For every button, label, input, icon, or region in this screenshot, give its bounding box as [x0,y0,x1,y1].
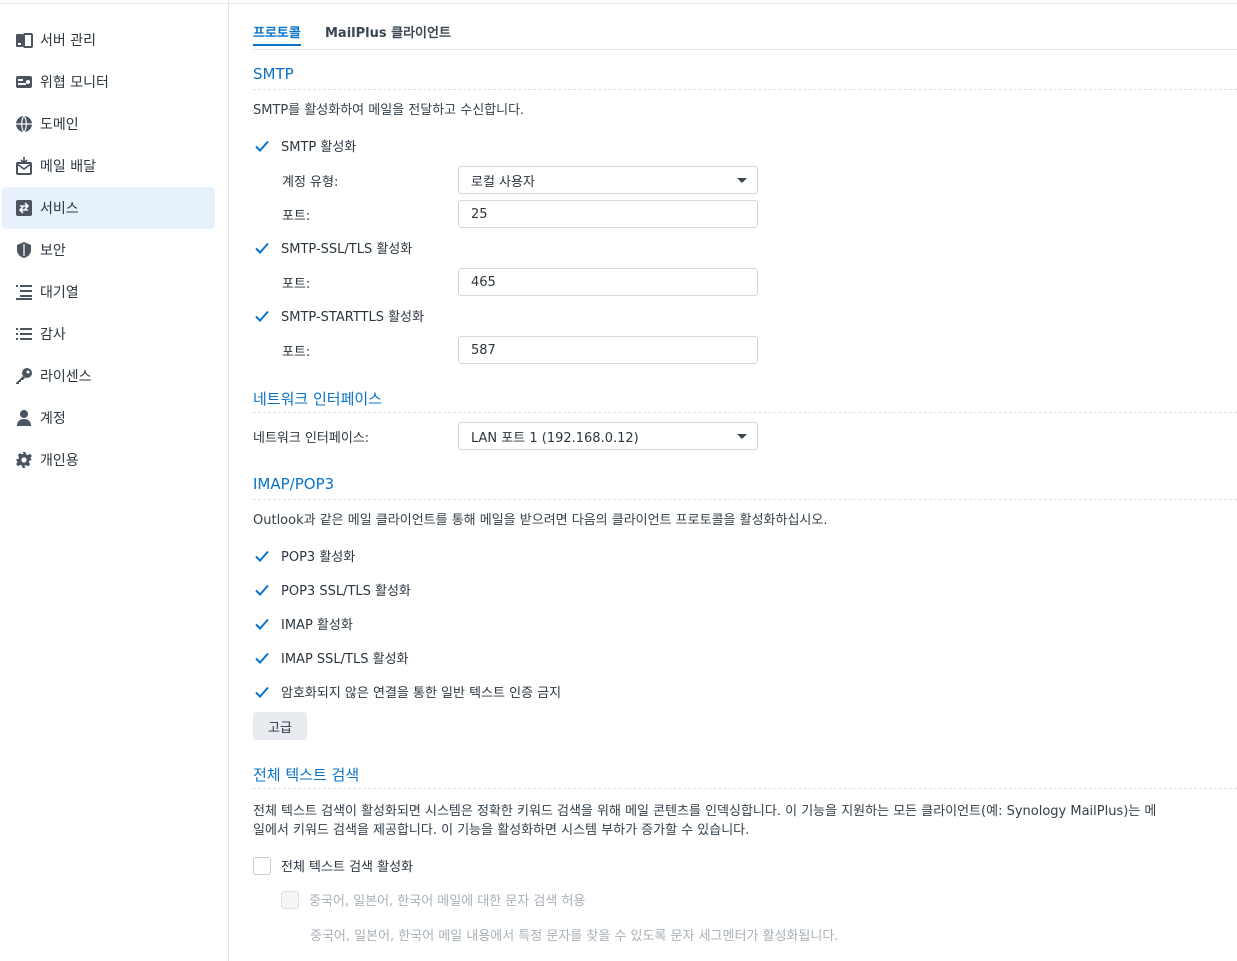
sidebar-item-label: 보안 [40,243,66,259]
audit-list-icon [14,324,34,344]
user-icon [14,408,34,428]
tab-mailplus-client[interactable]: MailPlus 클라이언트 [325,22,451,41]
pop3-ssl-label: POP3 SSL/TLS 활성화 [281,584,411,599]
sidebar-item-label: 계정 [40,411,66,427]
smtp-ssl-port-label: 포트: [282,277,311,292]
smtp-starttls-checkbox[interactable] [253,307,271,325]
cjk-search-row: 중국어, 일본어, 한국어 메일에 대한 문자 검색 허용 [281,890,585,909]
smtp-port-input[interactable]: 25 [458,200,758,228]
monitor-icon [14,72,34,92]
sidebar-item-service[interactable]: 서비스 [2,187,215,229]
smtp-port-label: 포트: [282,209,311,224]
sidebar-item-label: 서버 관리 [40,33,96,49]
sidebar-item-server-management[interactable]: 서버 관리 [2,19,215,61]
fulltext-enable-label: 전체 텍스트 검색 활성화 [281,860,413,875]
section-divider [253,499,1237,500]
imap-label: IMAP 활성화 [281,618,353,633]
main-panel: 프로토콜 MailPlus 클라이언트 SMTP SMTP를 활성화하여 메일을… [229,0,1237,961]
pop3-row: POP3 활성화 [253,546,355,565]
smtp-ssl-checkbox[interactable] [253,239,271,257]
sidebar-item-audit[interactable]: 감사 [2,313,215,355]
sidebar-item-security[interactable]: 보안 [2,229,215,271]
sidebar-item-account[interactable]: 계정 [2,397,215,439]
key-icon [14,366,34,386]
globe-icon [14,114,34,134]
server-icon [14,30,34,50]
queue-icon [14,282,34,302]
imap-row: IMAP 활성화 [253,614,353,633]
account-type-value: 로컬 사용자 [471,174,535,190]
sidebar-item-threat-monitor[interactable]: 위협 모니터 [2,61,215,103]
smtp-ssl-label: SMTP-SSL/TLS 활성화 [281,242,413,257]
cjk-search-note: 중국어, 일본어, 한국어 메일 내용에서 특정 문자를 찾을 수 있도록 문자… [310,929,839,944]
chevron-down-icon [737,178,747,183]
sidebar-item-domain[interactable]: 도메인 [2,103,215,145]
smtp-starttls-port-label: 포트: [282,345,311,360]
advanced-button[interactable]: 고급 [253,712,307,740]
service-icon [14,198,34,218]
network-interface-label: 네트워크 인터페이스: [253,431,370,446]
tab-bar: 프로토콜 MailPlus 클라이언트 [253,4,1237,50]
fulltext-enable-checkbox[interactable] [253,856,271,875]
pop3-ssl-row: POP3 SSL/TLS 활성화 [253,580,411,599]
sidebar-item-label: 대기열 [40,285,79,301]
sidebar-item-personal[interactable]: 개인용 [2,439,215,481]
no-plaintext-row: 암호화되지 않은 연결을 통한 일반 텍스트 인증 금지 [253,682,561,701]
smtp-starttls-label: SMTP-STARTTLS 활성화 [281,310,424,325]
smtp-starttls-port-input[interactable]: 587 [458,336,758,364]
account-type-label: 계정 유형: [282,175,339,190]
sidebar-item-label: 위협 모니터 [40,75,109,91]
sidebar-item-label: 서비스 [40,201,79,217]
network-interface-select[interactable]: LAN 포트 1 (192.168.0.12) [458,422,758,450]
section-title-smtp: SMTP [253,65,294,83]
cjk-search-checkbox[interactable] [281,890,299,909]
tab-protocol[interactable]: 프로토콜 [253,22,301,41]
imap-checkbox[interactable] [253,615,271,633]
sidebar-item-label: 라이센스 [40,369,92,385]
sidebar-item-label: 메일 배달 [40,159,96,175]
pop3-ssl-checkbox[interactable] [253,581,271,599]
gear-icon [14,450,34,470]
fulltext-description-line1: 전체 텍스트 검색이 활성화되면 시스템은 정확한 키워드 검색을 위해 메일 … [253,804,1157,819]
sidebar-item-mail-delivery[interactable]: 메일 배달 [2,145,215,187]
smtp-starttls-row: SMTP-STARTTLS 활성화 [253,306,424,325]
section-divider [253,788,1237,789]
cjk-search-label: 중국어, 일본어, 한국어 메일에 대한 문자 검색 허용 [309,894,586,909]
sidebar-item-label: 개인용 [40,453,79,469]
no-plaintext-label: 암호화되지 않은 연결을 통한 일반 텍스트 인증 금지 [281,686,562,701]
section-title-fulltext: 전체 텍스트 검색 [253,766,360,784]
smtp-ssl-row: SMTP-SSL/TLS 활성화 [253,238,412,257]
chevron-down-icon [737,434,747,439]
section-title-imap: IMAP/POP3 [253,475,335,493]
sidebar-item-label: 감사 [40,327,66,343]
sidebar-item-queue[interactable]: 대기열 [2,271,215,313]
smtp-ssl-port-input[interactable]: 465 [458,268,758,296]
imap-ssl-row: IMAP SSL/TLS 활성화 [253,648,409,667]
no-plaintext-checkbox[interactable] [253,683,271,701]
smtp-description: SMTP를 활성화하여 메일을 전달하고 수신합니다. [253,103,525,118]
sidebar-item-license[interactable]: 라이센스 [2,355,215,397]
smtp-enable-checkbox[interactable] [253,137,271,155]
section-title-network: 네트워크 인터페이스 [253,390,382,408]
network-interface-value: LAN 포트 1 (192.168.0.12) [471,430,639,446]
section-divider [253,89,1237,90]
sidebar: 서버 관리 위협 모니터 도메인 메일 배달 서비스 보안 대기열 감사 라이센… [0,0,229,961]
pop3-label: POP3 활성화 [281,550,356,565]
pop3-checkbox[interactable] [253,547,271,565]
active-tab-indicator [253,44,301,46]
imap-description: Outlook과 같은 메일 클라이언트를 통해 메일을 받으려면 다음의 클라… [253,513,828,528]
sidebar-item-label: 도메인 [40,117,79,133]
imap-ssl-label: IMAP SSL/TLS 활성화 [281,652,409,667]
section-divider [253,412,1237,413]
fulltext-enable-row: 전체 텍스트 검색 활성화 [253,856,413,875]
smtp-enable-label: SMTP 활성화 [281,140,357,155]
shield-icon [14,240,34,260]
fulltext-description-line2: 일에서 키워드 검색을 제공합니다. 이 기능을 활성화하면 시스템 부하가 증… [253,823,750,838]
smtp-enable-row: SMTP 활성화 [253,136,356,155]
mail-delivery-icon [14,156,34,176]
account-type-select[interactable]: 로컬 사용자 [458,166,758,194]
imap-ssl-checkbox[interactable] [253,649,271,667]
